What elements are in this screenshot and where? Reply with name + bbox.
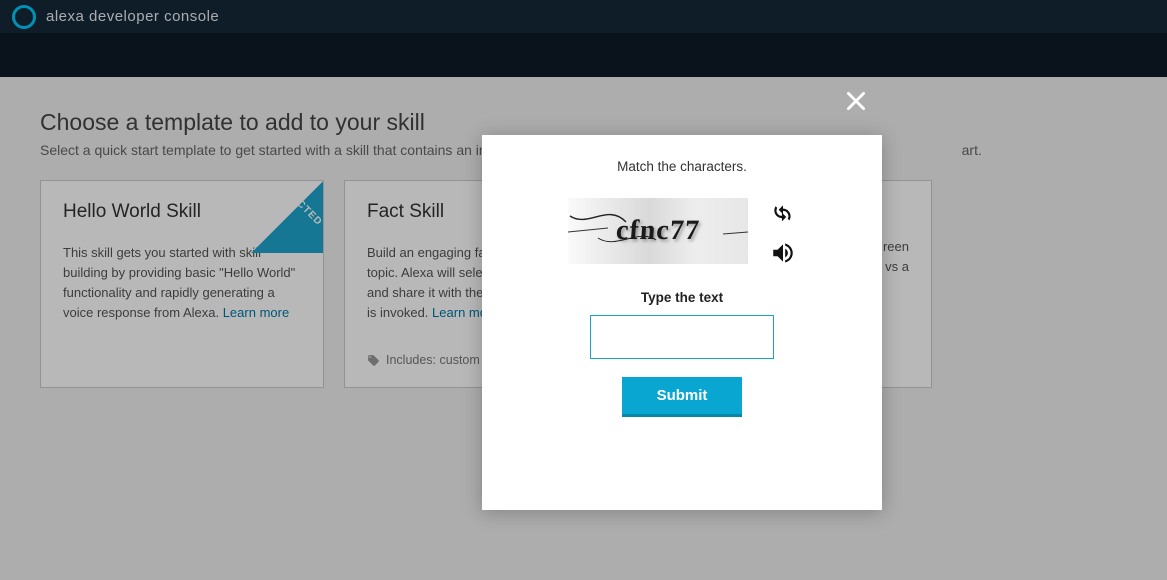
captcha-modal: Match the characters. cfnc77 Type the te… (482, 135, 882, 510)
speaker-icon[interactable] (770, 240, 796, 266)
submit-button[interactable]: Submit (622, 377, 742, 417)
captcha-input[interactable] (590, 315, 774, 359)
captcha-input-label: Type the text (641, 290, 723, 305)
captcha-image: cfnc77 (568, 198, 748, 264)
refresh-icon[interactable] (770, 200, 796, 226)
close-icon[interactable] (843, 88, 869, 119)
modal-heading: Match the characters. (617, 159, 747, 174)
captcha-text: cfnc77 (615, 215, 701, 247)
